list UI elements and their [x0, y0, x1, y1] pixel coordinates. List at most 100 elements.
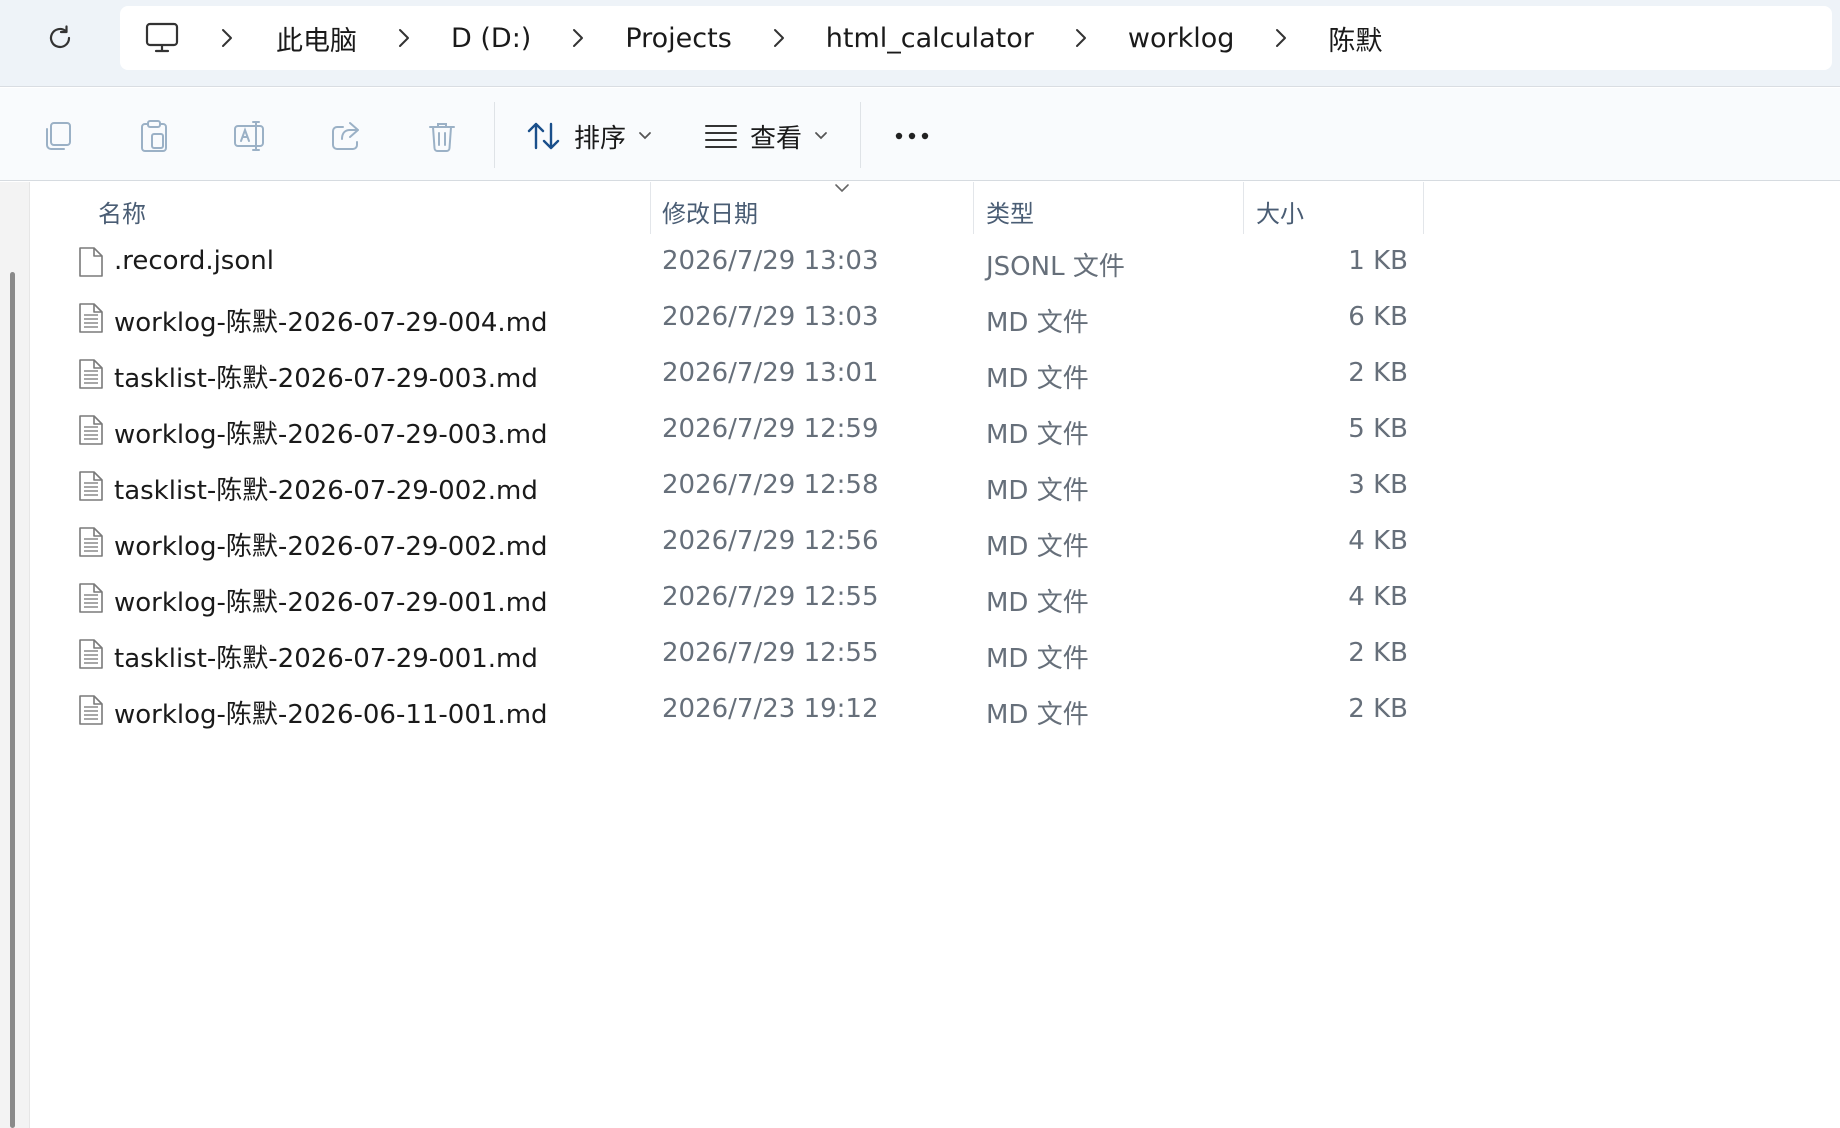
copy-button[interactable] [36, 114, 80, 158]
column-header-type[interactable]: 类型 [986, 194, 1034, 229]
more-dots-icon [895, 132, 929, 140]
breadcrumb-item-drive-d[interactable]: D (D:) [445, 19, 537, 58]
file-name: .record.jsonl [114, 246, 274, 276]
text-file-icon [78, 470, 104, 502]
this-pc-icon[interactable] [144, 20, 180, 56]
file-type: MD 文件 [986, 364, 1089, 394]
text-file-icon [78, 414, 104, 446]
file-name: tasklist-陈默-2026-07-29-001.md [114, 644, 538, 674]
text-file-icon [78, 638, 104, 670]
text-file-icon [78, 302, 104, 334]
file-size: 1 KB [1348, 246, 1408, 276]
breadcrumb-chevron-icon[interactable] [557, 18, 599, 58]
column-divider[interactable] [1243, 182, 1244, 234]
breadcrumb-item-html-calculator[interactable]: html_calculator [820, 19, 1040, 58]
paste-button[interactable] [132, 114, 176, 158]
toolbar-divider [494, 102, 495, 168]
breadcrumb[interactable]: 此电脑 D (D:) Projects html_calculator work… [120, 6, 1832, 70]
file-type: MD 文件 [986, 308, 1089, 338]
file-type: MD 文件 [986, 420, 1089, 450]
file-modified-date: 2026/7/29 13:01 [662, 358, 879, 388]
file-row[interactable]: worklog-陈默-2026-07-29-004.md 2026/7/29 1… [30, 290, 1430, 346]
copy-icon [46, 122, 71, 150]
share-icon [332, 122, 359, 150]
file-size: 2 KB [1348, 694, 1408, 724]
file-size: 2 KB [1348, 638, 1408, 668]
breadcrumb-chevron-icon[interactable] [758, 18, 800, 58]
file-name: tasklist-陈默-2026-07-29-002.md [114, 476, 538, 506]
file-modified-date: 2026/7/29 12:58 [662, 470, 879, 500]
more-options-button[interactable] [886, 110, 938, 162]
text-file-icon [78, 358, 104, 390]
file-modified-date: 2026/7/29 13:03 [662, 246, 879, 276]
view-menu-label: 查看 [750, 123, 803, 154]
file-type: JSONL 文件 [986, 252, 1125, 282]
file-list-pane: 名称 修改日期 类型 大小 .record.jsonl 2026/7/29 13… [0, 182, 1840, 1128]
file-modified-date: 2026/7/29 12:59 [662, 414, 879, 444]
text-file-icon [78, 694, 104, 726]
paste-icon [141, 120, 167, 152]
navigation-scrollbar[interactable] [10, 272, 15, 1128]
file-size: 6 KB [1348, 302, 1408, 332]
file-name: worklog-陈默-2026-06-11-001.md [114, 700, 548, 730]
address-bar-row: 此电脑 D (D:) Projects html_calculator work… [0, 0, 1840, 87]
breadcrumb-item-projects[interactable]: Projects [619, 19, 737, 58]
breadcrumb-chevron-icon[interactable] [1260, 18, 1302, 58]
file-name: tasklist-陈默-2026-07-29-003.md [114, 364, 538, 394]
view-list-icon [705, 125, 737, 148]
delete-button[interactable] [420, 114, 464, 158]
file-type: MD 文件 [986, 532, 1089, 562]
sort-menu-label: 排序 [574, 123, 627, 154]
file-row[interactable]: .record.jsonl 2026/7/29 13:03 JSONL 文件 1… [30, 234, 1430, 290]
column-header-row: 名称 修改日期 类型 大小 [30, 182, 1430, 234]
breadcrumb-item-current-folder[interactable]: 陈默 [1322, 15, 1388, 62]
file-row[interactable]: worklog-陈默-2026-07-29-002.md 2026/7/29 1… [30, 514, 1430, 570]
file-row[interactable]: tasklist-陈默-2026-07-29-001.md 2026/7/29 … [30, 626, 1430, 682]
refresh-button[interactable] [40, 18, 80, 58]
blank-file-icon [78, 246, 104, 278]
file-type: MD 文件 [986, 644, 1089, 674]
breadcrumb-item-worklog[interactable]: worklog [1122, 19, 1241, 58]
file-modified-date: 2026/7/29 12:56 [662, 526, 879, 556]
file-row[interactable]: worklog-陈默-2026-07-29-003.md 2026/7/29 1… [30, 402, 1430, 458]
column-divider[interactable] [973, 182, 974, 234]
sort-menu-button[interactable]: 排序 [526, 108, 652, 164]
file-size: 3 KB [1348, 470, 1408, 500]
breadcrumb-chevron-icon[interactable] [383, 18, 425, 58]
breadcrumb-item-this-pc[interactable]: 此电脑 [270, 15, 363, 62]
chevron-down-icon [815, 132, 827, 140]
file-name: worklog-陈默-2026-07-29-002.md [114, 532, 548, 562]
breadcrumb-chevron-icon[interactable] [1060, 18, 1102, 58]
rename-icon [234, 121, 264, 151]
column-divider[interactable] [1423, 182, 1424, 234]
trash-icon [429, 123, 455, 152]
breadcrumb-chevron-icon[interactable] [206, 18, 248, 58]
file-type: MD 文件 [986, 476, 1089, 506]
column-header-date[interactable]: 修改日期 [662, 194, 758, 229]
sort-descending-icon [835, 184, 849, 193]
rename-button[interactable] [228, 114, 272, 158]
file-modified-date: 2026/7/23 19:12 [662, 694, 879, 724]
file-size: 4 KB [1348, 526, 1408, 556]
column-header-name[interactable]: 名称 [98, 194, 146, 229]
column-divider[interactable] [650, 182, 651, 234]
view-menu-button[interactable]: 查看 [704, 108, 828, 164]
file-type: MD 文件 [986, 588, 1089, 618]
text-file-icon [78, 526, 104, 558]
file-name: worklog-陈默-2026-07-29-001.md [114, 588, 548, 618]
toolbar-divider [860, 102, 861, 168]
file-modified-date: 2026/7/29 12:55 [662, 582, 879, 612]
file-row[interactable]: worklog-陈默-2026-06-11-001.md 2026/7/23 1… [30, 682, 1430, 738]
command-bar: 排序 查看 [0, 88, 1840, 181]
file-size: 2 KB [1348, 358, 1408, 388]
file-size: 5 KB [1348, 414, 1408, 444]
text-file-icon [78, 582, 104, 614]
file-modified-date: 2026/7/29 13:03 [662, 302, 879, 332]
file-modified-date: 2026/7/29 12:55 [662, 638, 879, 668]
share-button[interactable] [324, 114, 368, 158]
sort-arrows-icon [527, 122, 560, 150]
file-row[interactable]: worklog-陈默-2026-07-29-001.md 2026/7/29 1… [30, 570, 1430, 626]
file-row[interactable]: tasklist-陈默-2026-07-29-003.md 2026/7/29 … [30, 346, 1430, 402]
column-header-size[interactable]: 大小 [1256, 194, 1304, 229]
file-row[interactable]: tasklist-陈默-2026-07-29-002.md 2026/7/29 … [30, 458, 1430, 514]
